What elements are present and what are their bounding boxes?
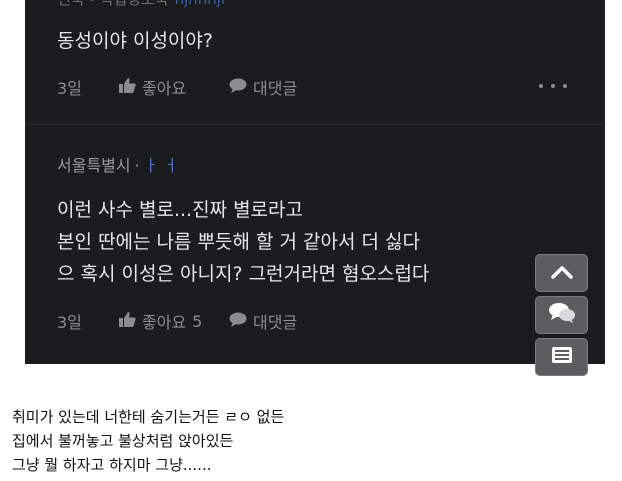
caption-line: 그냥 뭘 하자고 하지마 그냥......: [12, 456, 212, 474]
speech-bubble-icon: [229, 78, 247, 97]
comment2-like-count: 5: [192, 311, 203, 331]
comment2-line: 이런 사수 별로...진짜 별로라고: [57, 199, 303, 221]
comment2-author: 서울특별시 · ㅏ ㅓ: [57, 152, 178, 176]
list-icon: [551, 346, 573, 368]
comment1-reply-label: 대댓글: [253, 79, 298, 98]
chevron-up-icon: [550, 264, 573, 283]
comment2-reply-label: 대댓글: [253, 313, 298, 332]
comment2-body: 이런 사수 별로...진짜 별로라고 본인 딴에는 나름 뿌듯해 할 거 같아서…: [57, 194, 429, 290]
comment2-like-label: 좋아요: [142, 313, 187, 332]
comment2-separator: ·: [134, 156, 140, 175]
caption-line: 취미가 있는데 너한테 숨기는거든 ㄹㅇ 없든: [12, 408, 285, 426]
comment1-like-button[interactable]: 좋아요: [119, 75, 229, 99]
comment2-author-name: 서울특별시: [57, 156, 131, 175]
comment1-time: 3일: [57, 79, 82, 98]
comment1-author: 전국 - 직업정보국 hjnhnji: [57, 0, 225, 9]
comment1-reply-button[interactable]: 대댓글: [229, 75, 297, 99]
comments-button[interactable]: [535, 296, 588, 334]
caption-line: 집에서 불꺼놓고 불상처럼 앉아있든: [12, 432, 234, 450]
comment-divider: [25, 124, 605, 125]
more-dot-icon: [539, 84, 543, 88]
scroll-top-button[interactable]: [535, 254, 588, 292]
more-dot-icon: [563, 84, 567, 88]
comments-icon: [548, 302, 576, 328]
thumbs-up-icon: [119, 77, 136, 97]
thumbs-up-icon: [119, 311, 136, 331]
comment1-author-name: 전국 - 직업정보국: [57, 0, 169, 8]
comment1-like-label: 좋아요: [142, 79, 187, 98]
comment2-meta: 3일 좋아요 5 대댓글: [57, 309, 297, 333]
comment2-time: 3일: [57, 313, 82, 332]
comment2-reply-button[interactable]: 대댓글: [229, 309, 297, 333]
comment2-line: 으 혹시 이성은 아니지? 그런거라면 혐오스럽다: [57, 263, 430, 285]
comment2-line: 본인 딴에는 나름 뿌듯해 할 거 같아서 더 싫다: [57, 231, 420, 253]
more-options-button[interactable]: [539, 76, 567, 96]
comment1-handle[interactable]: hjnhnji: [175, 0, 226, 8]
more-dot-icon: [551, 84, 555, 88]
comment2-like-button[interactable]: 좋아요 5: [119, 309, 229, 333]
comment2-handle[interactable]: ㅏ ㅓ: [144, 156, 179, 175]
post-caption: 취미가 있는데 너한테 숨기는거든 ㄹㅇ 없든 집에서 불꺼놓고 불상처럼 앉아…: [12, 405, 284, 477]
comment1-body: 동성이야 이성이야?: [57, 30, 213, 52]
comment-panel: 전국 - 직업정보국hjnhnji 동성이야 이성이야? 3일 좋아요 대댓글 …: [25, 0, 605, 364]
comment1-meta: 3일 좋아요 대댓글: [57, 75, 297, 99]
speech-bubble-icon: [229, 312, 247, 331]
list-button[interactable]: [535, 338, 588, 376]
